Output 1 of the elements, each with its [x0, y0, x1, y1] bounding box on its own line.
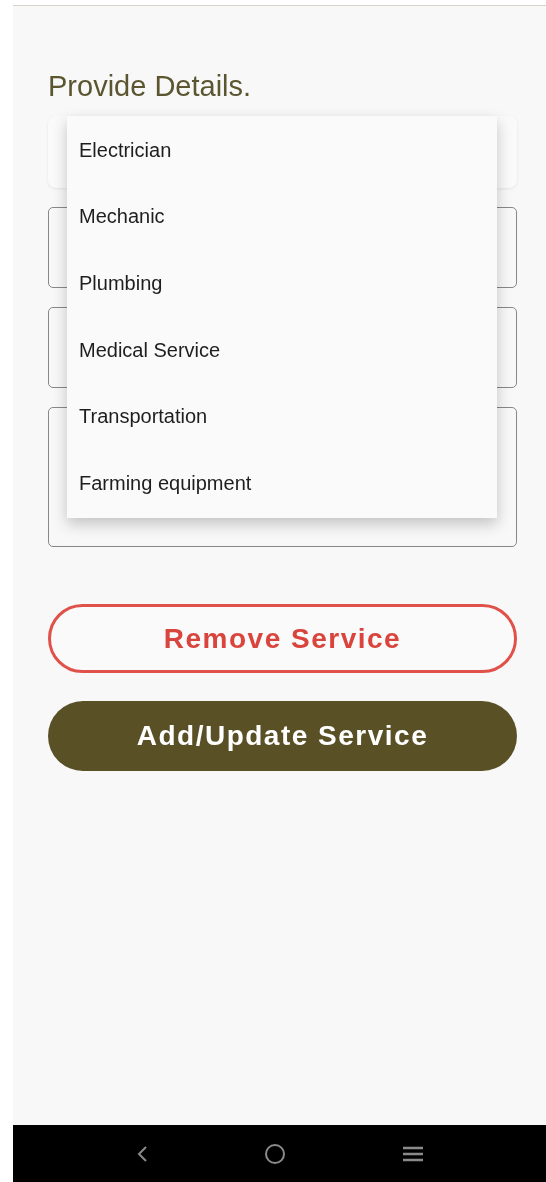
page-title: Provide Details. [48, 69, 253, 104]
